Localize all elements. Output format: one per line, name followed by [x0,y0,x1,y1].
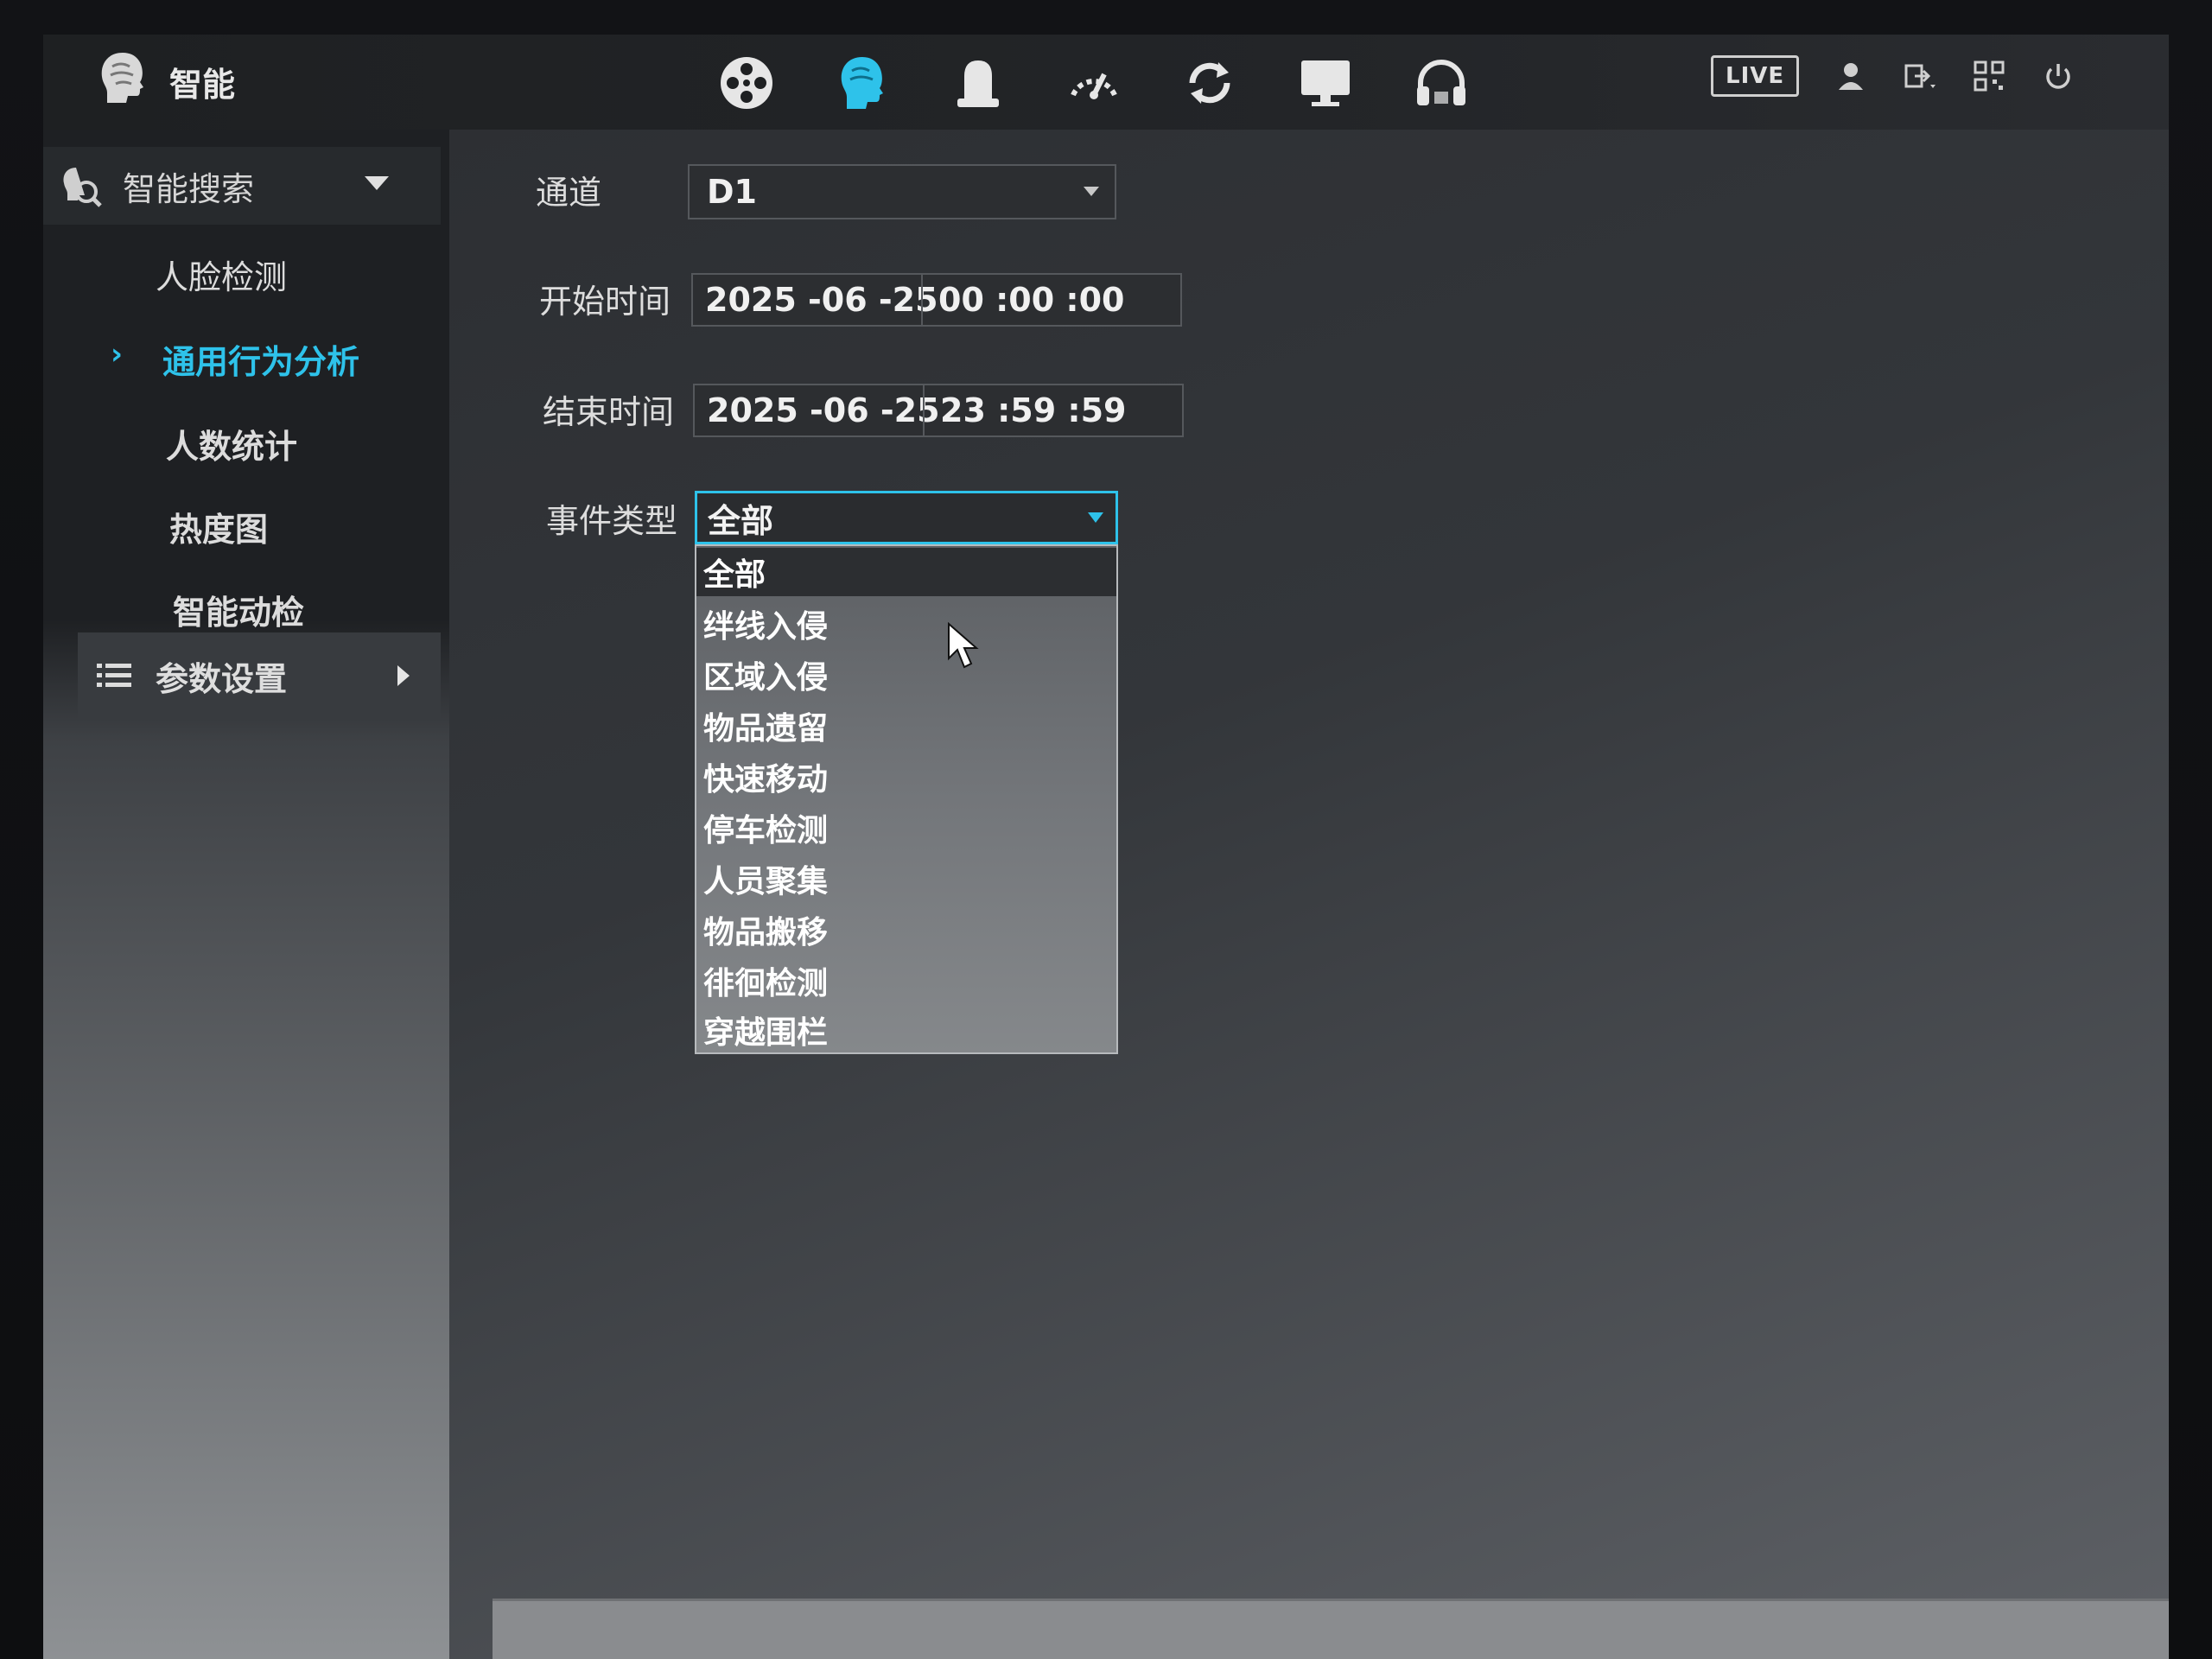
channel-value: D1 [707,173,757,211]
sidebar-item-face-detection[interactable]: 人脸检测 [156,251,287,298]
chevron-right-icon [397,665,410,686]
brain-head-icon[interactable] [833,54,892,112]
event-type-value: 全部 [708,501,774,540]
event-type-dropdown: 全部 绊线入侵 区域入侵 物品遗留 快速移动 停车检测 人员聚集 物品搬移 徘徊… [695,544,1118,1054]
headset-icon[interactable] [1412,54,1471,112]
channel-label: 通道 [536,174,602,212]
brand: 智能 [95,47,235,116]
film-reel-icon[interactable] [717,54,776,112]
mouse-cursor-icon [948,622,979,669]
qr-code-icon[interactable] [1972,59,2006,93]
main-nav [717,54,1471,112]
chevron-down-icon [365,176,389,190]
chevron-right-icon: › [111,337,124,372]
start-date-input[interactable]: 2025 -06 -25 [705,275,938,325]
chevron-down-icon [1084,187,1099,196]
sidebar-section-params[interactable]: 参数设置 [78,632,441,719]
sidebar: 智能搜索 人脸检测 › 通用行为分析 人数统计 热度图 智能动检 参数设置 [43,130,449,1659]
alarm-light-icon[interactable] [949,54,1007,112]
start-time-label: 开始时间 [539,283,671,321]
toolbar-right: LIVE [1711,55,2075,97]
sidebar-item-people-counting[interactable]: 人数统计 [166,420,297,467]
end-clock-input[interactable]: 23 :59 :59 [940,385,1127,435]
sidebar-item-smart-motion[interactable]: 智能动检 [173,586,304,633]
dropdown-option-tripwire[interactable]: 绊线入侵 [703,600,828,648]
brain-head-icon [95,49,150,113]
page-title: 智能 [169,65,236,104]
field-divider [921,275,923,325]
sidebar-section-smart-search[interactable]: 智能搜索 [43,147,441,225]
dropdown-option-fence-crossing[interactable]: 穿越围栏 [703,1006,828,1054]
start-time-field: 2025 -06 -25 00 :00 :00 [691,273,1182,327]
event-type-label: 事件类型 [546,502,678,540]
end-time-field: 2025 -06 -25 23 :59 :59 [693,384,1184,437]
dropdown-option-all[interactable]: 全部 [696,548,1116,596]
event-type-select[interactable]: 全部 [695,491,1118,544]
sidebar-section-label: 智能搜索 [123,169,255,208]
dropdown-option-abandoned-object[interactable]: 物品遗留 [703,702,828,750]
chevron-down-icon [1088,512,1103,523]
dvr-screen: 智能 LIVE 智能搜索 人脸检测 › 通用行为分析 人数统计 热度图 智能动检… [43,35,2169,1659]
top-bar: 智能 LIVE [43,35,2169,130]
gauge-icon[interactable] [1065,54,1123,112]
live-button[interactable]: LIVE [1711,55,1800,97]
dropdown-option-area-intrusion[interactable]: 区域入侵 [703,651,828,699]
monitor-icon[interactable] [1296,54,1355,112]
sidebar-params-label: 参数设置 [156,659,288,698]
power-icon[interactable] [2041,59,2075,93]
logout-icon[interactable] [1903,59,1937,93]
end-time-label: 结束时间 [543,393,675,431]
list-icon [95,660,133,691]
dropdown-option-loitering[interactable]: 徘徊检测 [703,957,828,1005]
sidebar-item-heat-map[interactable]: 热度图 [169,503,268,550]
channel-select[interactable]: D1 [688,164,1116,219]
refresh-icon[interactable] [1180,54,1239,112]
dropdown-option-parking-detection[interactable]: 停车检测 [703,804,828,852]
user-icon[interactable] [1834,59,1868,93]
bottom-panel [493,1599,2169,1659]
dropdown-option-fast-moving[interactable]: 快速移动 [703,753,828,801]
dropdown-option-object-removal[interactable]: 物品搬移 [703,906,828,954]
search-icon [57,162,104,209]
end-date-input[interactable]: 2025 -06 -25 [707,385,940,435]
dropdown-option-crowd-gathering[interactable]: 人员聚集 [703,855,828,903]
field-divider [923,385,925,435]
sidebar-item-behavior-analysis[interactable]: 通用行为分析 [162,335,359,383]
start-clock-input[interactable]: 00 :00 :00 [938,275,1125,325]
